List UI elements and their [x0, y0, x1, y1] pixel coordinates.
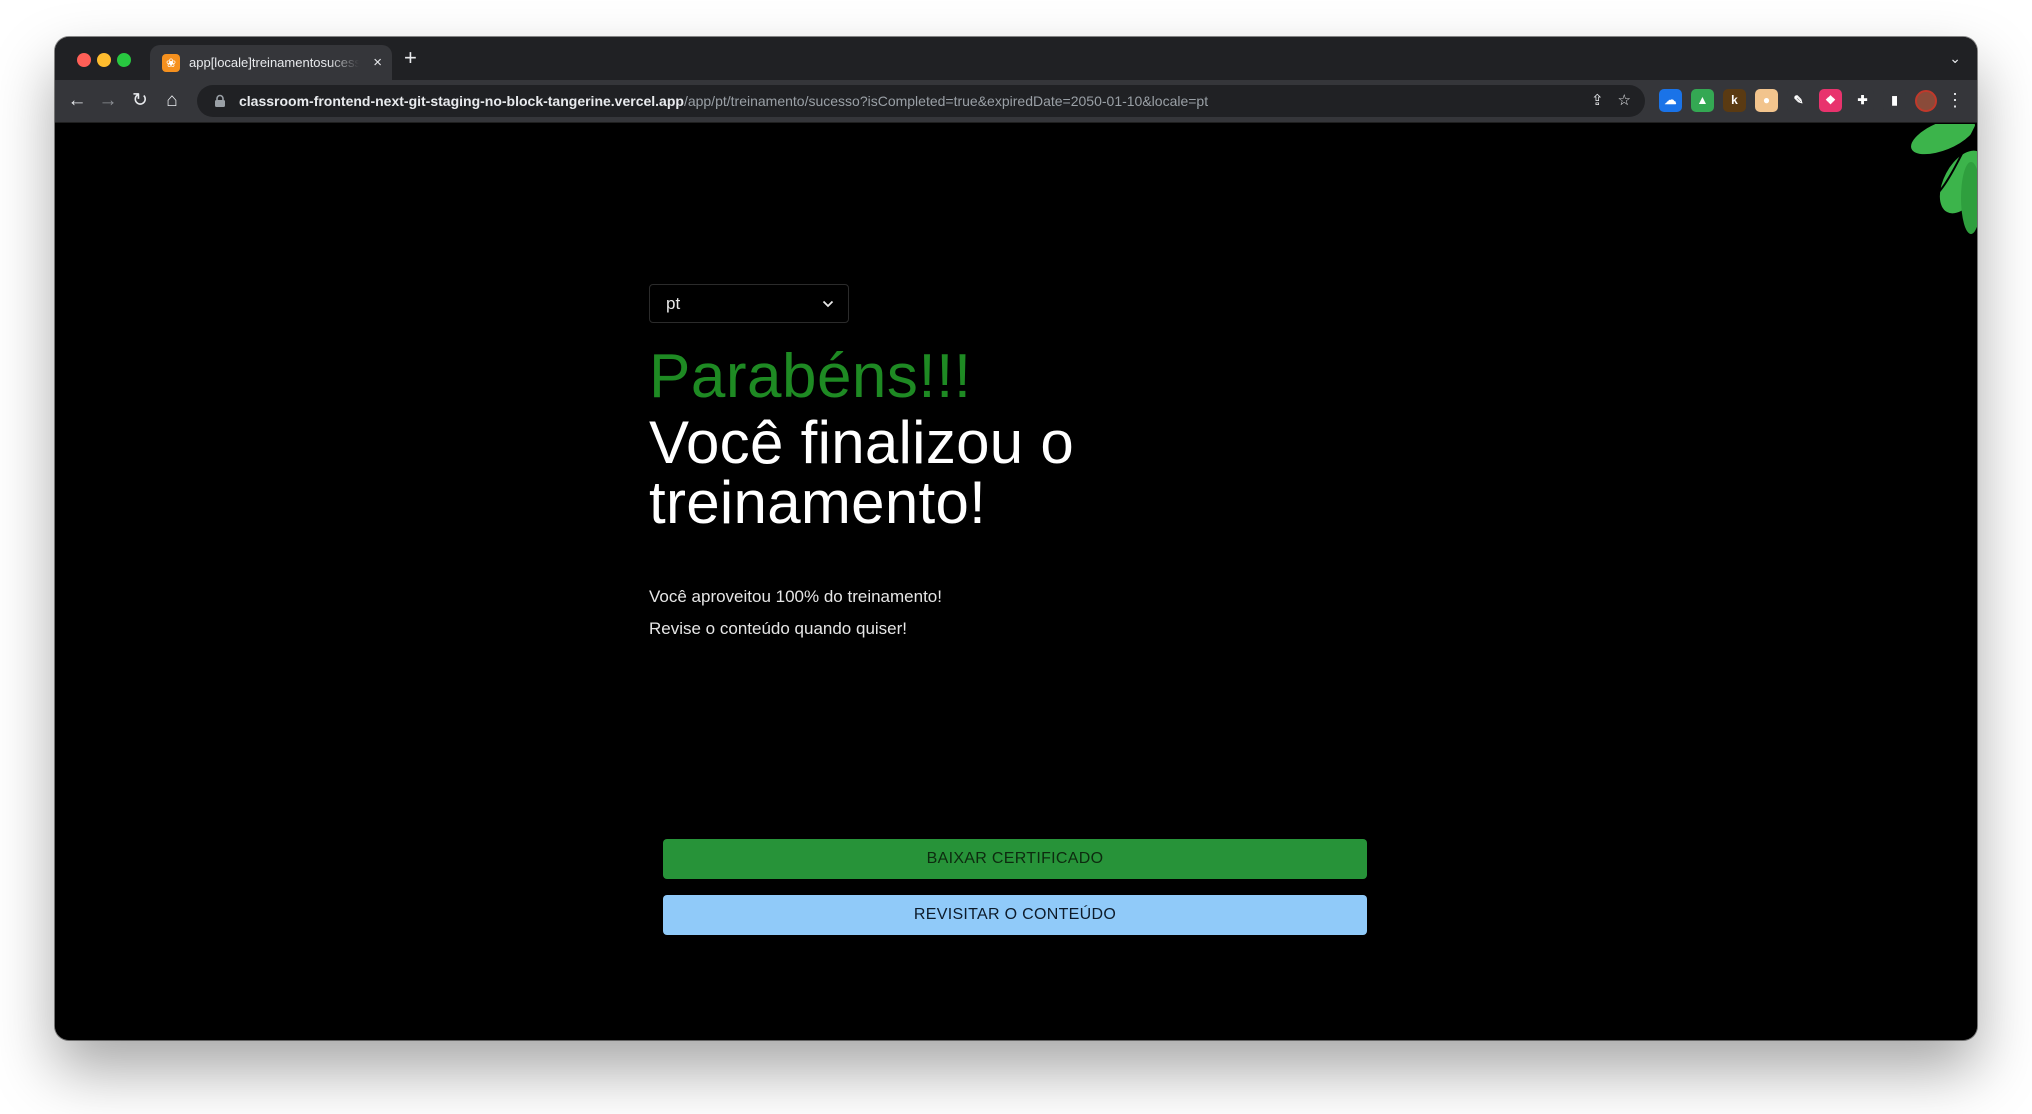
eyedropper-extension-icon[interactable]: ✎	[1787, 89, 1810, 112]
sidepanel-extension-icon[interactable]: ▮	[1883, 89, 1906, 112]
lock-icon[interactable]	[213, 94, 227, 108]
url-host: classroom-frontend-next-git-staging-no-b…	[239, 93, 684, 109]
profile-avatar[interactable]	[1915, 89, 1937, 112]
new-tab-button[interactable]: +	[404, 47, 417, 69]
success-content: pt Parabéns!!! Você finalizou o treiname…	[649, 284, 1369, 935]
puzzle-extension-icon[interactable]: ✚	[1851, 89, 1874, 112]
browser-tab[interactable]: ❀ app[locale]treinamentosucesso ×	[150, 45, 392, 80]
extensions-bar: ☁ ▲ k ● ✎ ❖ ✚ ▮ ⋮	[1659, 89, 1964, 112]
tab-close-icon[interactable]: ×	[373, 55, 382, 70]
language-select-value: pt	[666, 293, 681, 313]
cloud-extension-icon[interactable]: ☁	[1659, 89, 1682, 112]
review-text: Revise o conteúdo quando quiser!	[649, 619, 908, 638]
share-icon[interactable]: ⇪	[1591, 91, 1604, 109]
minimize-window-button[interactable]	[97, 53, 111, 67]
tab-search-chevron-icon[interactable]: ⌄	[1949, 50, 1961, 67]
leaf-decoration-icon	[1911, 124, 1977, 234]
bookmark-star-icon[interactable]: ☆	[1618, 91, 1631, 109]
download-certificate-button[interactable]: BAIXAR CERTIFICADO	[663, 839, 1367, 879]
completion-heading: Você finalizou o treinamento!	[649, 409, 1075, 536]
revisit-content-button[interactable]: REVISITAR O CONTEÚDO	[663, 895, 1367, 935]
page-viewport: pt Parabéns!!! Você finalizou o treiname…	[55, 124, 1977, 1040]
egg-extension-icon[interactable]: ●	[1755, 89, 1778, 112]
close-window-button[interactable]	[77, 53, 91, 67]
maximize-window-button[interactable]	[117, 53, 131, 67]
forward-button[interactable]: →	[96, 89, 120, 113]
pink-extension-icon[interactable]: ❖	[1819, 89, 1842, 112]
chevron-down-icon	[822, 300, 834, 307]
completion-description: Você aproveitou 100% do treinamento! Rev…	[649, 581, 1369, 645]
browser-toolbar: ← → ↻ ⌂ classroom-frontend-next-git-stag…	[55, 80, 1977, 123]
address-bar[interactable]: classroom-frontend-next-git-staging-no-b…	[197, 85, 1645, 117]
reload-button[interactable]: ↻	[128, 89, 152, 113]
browser-menu-icon[interactable]: ⋮	[1946, 89, 1964, 112]
tab-strip: ❀ app[locale]treinamentosucesso × + ⌄	[55, 37, 1977, 80]
progress-text: Você aproveitou 100% do treinamento!	[649, 587, 942, 606]
k-extension-icon[interactable]: k	[1723, 89, 1746, 112]
tangerine-favicon-icon: ❀	[162, 53, 180, 72]
back-button[interactable]: ←	[65, 89, 89, 113]
language-select[interactable]: pt	[649, 284, 849, 323]
browser-window: ❀ app[locale]treinamentosucesso × + ⌄ ← …	[55, 37, 1977, 1040]
drive-extension-icon[interactable]: ▲	[1691, 89, 1714, 112]
url-text[interactable]: classroom-frontend-next-git-staging-no-b…	[239, 93, 1208, 109]
congratulations-heading: Parabéns!!!	[649, 342, 972, 411]
home-button[interactable]: ⌂	[160, 89, 184, 113]
url-path: /app/pt/treinamento/sucesso?isCompleted=…	[683, 93, 1209, 109]
tab-title: app[locale]treinamentosucesso	[189, 55, 359, 70]
